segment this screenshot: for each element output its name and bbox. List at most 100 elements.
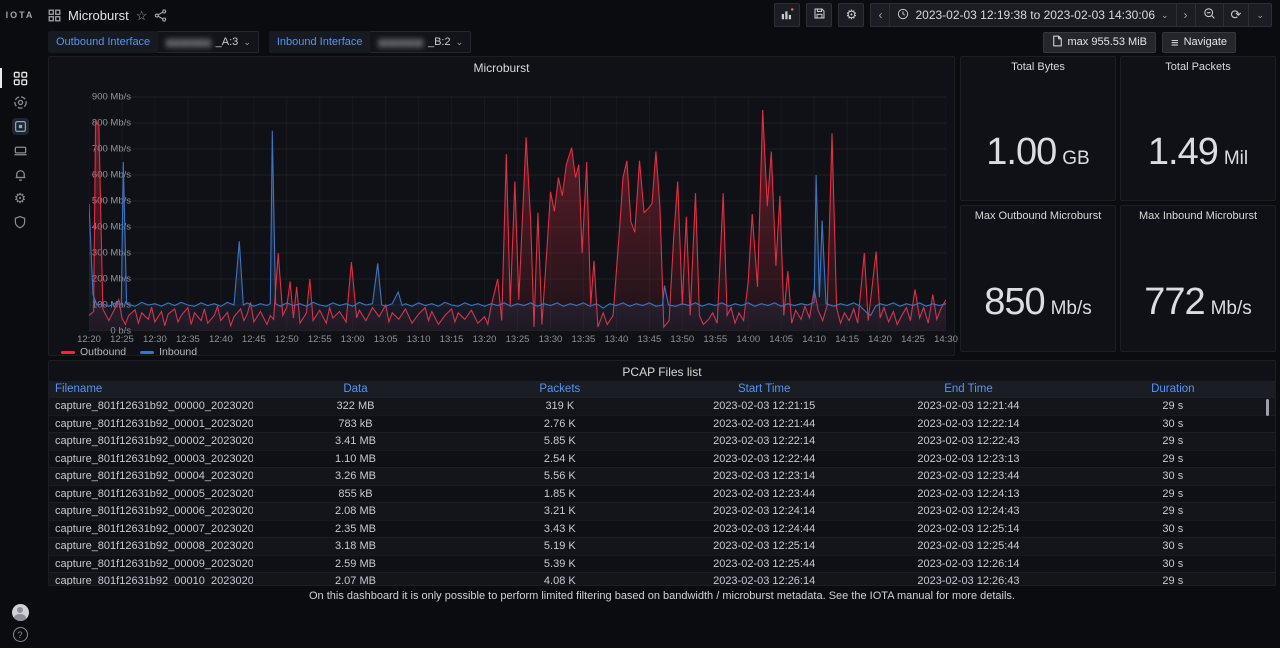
table-row: capture_801f12631b92_00009_2023020311254… <box>49 555 1275 573</box>
max-size-button[interactable]: max 955.53 MiB <box>1043 32 1156 53</box>
pcap-files-panel: PCAP Files list FilenameDataPacketsStart… <box>48 360 1276 586</box>
hamburger-icon: ≡ <box>1171 35 1179 50</box>
file-icon <box>1052 35 1063 50</box>
zoom-out-button[interactable] <box>1196 4 1224 26</box>
refresh-interval-dropdown[interactable]: ⌄ <box>1249 4 1271 26</box>
dashboard-grid-icon[interactable] <box>48 9 61 22</box>
column-header-start-time[interactable]: Start Time <box>662 383 866 395</box>
table-cell: 5.19 K <box>458 540 662 552</box>
time-range-picker[interactable]: 2023-02-03 12:19:38 to 2023-02-03 14:30:… <box>890 4 1176 26</box>
table-cell: 319 K <box>458 400 662 412</box>
redacted-interface-name: ▮▮▮▮▮▮▮▮▮ <box>165 36 210 49</box>
table-cell: 1.10 MB <box>253 453 457 465</box>
table-cell: 2023-02-03 12:24:13 <box>866 488 1070 500</box>
max-inbound-microburst-panel: Max Inbound Microburst 772Mb/s <box>1120 205 1276 352</box>
column-header-filename[interactable]: Filename <box>49 383 253 395</box>
star-icon[interactable]: ☆ <box>136 9 148 22</box>
table-row: capture_801f12631b92_00010_2023020311261… <box>49 572 1275 586</box>
table-cell: 5.85 K <box>458 435 662 447</box>
time-shift-forward-button[interactable]: › <box>1177 4 1196 26</box>
add-panel-button[interactable] <box>774 3 800 27</box>
chart-plot-area[interactable] <box>89 93 946 331</box>
time-shift-back-button[interactable]: ‹ <box>871 4 890 26</box>
column-header-duration[interactable]: Duration <box>1071 383 1275 395</box>
table-cell: 855 kB <box>253 488 457 500</box>
table-cell: 2023-02-03 12:24:14 <box>662 505 866 517</box>
cell-filename: capture_801f12631b92_00006_2023020311241… <box>49 505 253 517</box>
navigate-button[interactable]: ≡ Navigate <box>1162 32 1236 53</box>
table-scrollbar[interactable] <box>1266 399 1269 416</box>
stat-value: 772 <box>1144 281 1204 324</box>
x-tick-label: 14:10 <box>802 334 826 345</box>
column-header-end-time[interactable]: End Time <box>866 383 1070 395</box>
redacted-interface-name: ▮▮▮▮▮▮▮▮▮ <box>377 36 422 49</box>
x-tick-label: 14:15 <box>835 334 859 345</box>
gear-icon: ⚙ <box>14 190 27 207</box>
time-range-text: 2023-02-03 12:19:38 to 2023-02-03 14:30:… <box>915 8 1155 22</box>
table-cell: 2023-02-03 12:24:44 <box>662 523 866 535</box>
sidebar-item-capture[interactable] <box>0 114 40 138</box>
legend-swatch <box>140 351 154 354</box>
time-controls: ‹ 2023-02-03 12:19:38 to 2023-02-03 14:3… <box>870 3 1272 27</box>
table-cell: 3.21 K <box>458 505 662 517</box>
x-tick-label: 14:25 <box>901 334 925 345</box>
x-tick-label: 13:55 <box>703 334 727 345</box>
cell-filename: capture_801f12631b92_00007_2023020311244… <box>49 523 253 535</box>
stat-value: 850 <box>984 281 1044 324</box>
sidebar-item-alerts[interactable] <box>0 162 40 186</box>
dashboards-grid-icon <box>13 71 28 86</box>
stat-title: Total Bytes <box>961 57 1115 77</box>
table-cell: 3.18 MB <box>253 540 457 552</box>
cell-filename: capture_801f12631b92_00003_2023020311224… <box>49 453 253 465</box>
sidebar-item-device[interactable] <box>0 138 40 162</box>
table-cell: 30 s <box>1071 558 1275 570</box>
cell-filename: capture_801f12631b92_00001_2023020311214… <box>49 418 253 430</box>
table-cell: 2023-02-03 12:25:14 <box>662 540 866 552</box>
table-cell: 2.76 K <box>458 418 662 430</box>
x-tick-label: 13:00 <box>341 334 365 345</box>
user-avatar[interactable] <box>12 604 29 621</box>
gear-icon: ⚙ <box>846 7 858 23</box>
legend-item-inbound[interactable]: Inbound <box>140 346 197 358</box>
table-row: capture_801f12631b92_00000_2023020311211… <box>49 397 1275 415</box>
table-cell: 29 s <box>1071 575 1275 586</box>
x-tick-label: 12:25 <box>110 334 134 345</box>
max-outbound-microburst-panel: Max Outbound Microburst 850Mb/s <box>960 205 1116 352</box>
x-tick-label: 14:05 <box>769 334 793 345</box>
inbound-interface-select[interactable]: ▮▮▮▮▮▮▮▮▮_B:2 ⌄ <box>370 31 471 53</box>
refresh-icon: ⟳ <box>1231 7 1242 23</box>
sidebar-item-settings[interactable]: ⚙ <box>0 186 40 210</box>
table-row: capture_801f12631b92_00008_2023020311251… <box>49 537 1275 555</box>
column-header-data[interactable]: Data <box>253 383 457 395</box>
table-cell: 2.07 MB <box>253 575 457 586</box>
stat-unit: Mb/s <box>1211 298 1252 320</box>
cell-filename: capture_801f12631b92_00002_2023020311221… <box>49 435 253 447</box>
help-icon[interactable]: ? <box>13 627 28 642</box>
sidebar-item-dashboards[interactable] <box>0 66 40 90</box>
device-icon <box>13 143 28 158</box>
stat-title: Max Outbound Microburst <box>961 206 1115 226</box>
table-body: capture_801f12631b92_00000_2023020311211… <box>49 397 1275 586</box>
outbound-interface-select[interactable]: ▮▮▮▮▮▮▮▮▮_A:3 ⌄ <box>158 31 259 53</box>
sidebar-item-admin[interactable] <box>0 210 40 234</box>
sidebar-item-analysis[interactable] <box>0 90 40 114</box>
table-cell: 2023-02-03 12:26:43 <box>866 575 1070 586</box>
save-dashboard-button[interactable] <box>806 3 832 27</box>
shield-icon <box>13 215 27 229</box>
cell-filename: capture_801f12631b92_00008_2023020311251… <box>49 540 253 552</box>
dashboard-title[interactable]: Microburst <box>68 8 129 23</box>
x-tick-label: 13:05 <box>374 334 398 345</box>
column-header-packets[interactable]: Packets <box>458 383 662 395</box>
dashboard-settings-button[interactable]: ⚙ <box>838 3 864 27</box>
iota-logo[interactable]: IOTA <box>0 0 40 30</box>
share-icon[interactable] <box>154 9 167 22</box>
table-cell: 29 s <box>1071 435 1275 447</box>
table-row: capture_801f12631b92_00001_2023020311214… <box>49 415 1275 433</box>
table-cell: 783 kB <box>253 418 457 430</box>
capture-icon <box>12 118 29 135</box>
refresh-button[interactable]: ⟳ <box>1224 4 1250 26</box>
legend-item-outbound[interactable]: Outbound <box>61 346 126 358</box>
table-cell: 2023-02-03 12:21:15 <box>662 400 866 412</box>
table-cell: 29 s <box>1071 488 1275 500</box>
x-tick-label: 13:25 <box>506 334 530 345</box>
